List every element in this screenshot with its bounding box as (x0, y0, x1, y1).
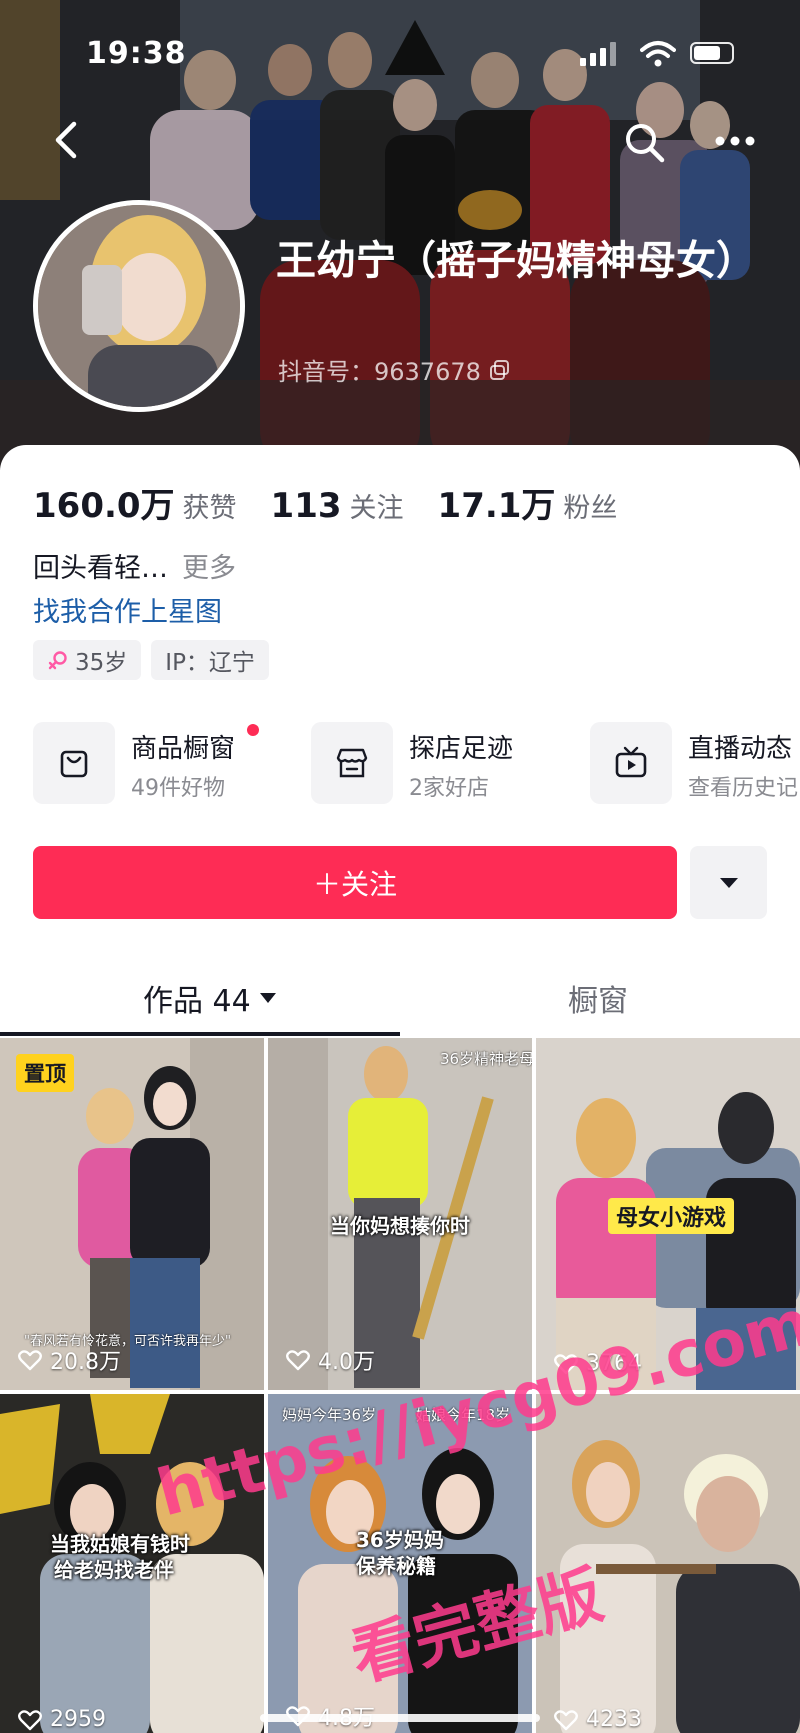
bio: 回头看轻… 更多 (33, 546, 236, 585)
feature-title: 商品橱窗 (131, 734, 236, 764)
stat-followers[interactable]: 17.1万 粉丝 (438, 478, 618, 527)
female-icon (48, 651, 67, 670)
wifi-icon (640, 41, 676, 67)
age-tag: 35岁 (33, 640, 142, 680)
ip-tag: IP：辽宁 (151, 640, 269, 680)
notification-dot (247, 724, 259, 736)
like-count: 4233 (586, 1707, 642, 1732)
video-likes: 2959 (18, 1707, 106, 1732)
stats-row: 160.0万 获赞 113 关注 17.1万 粉丝 (33, 478, 651, 527)
search-icon[interactable] (620, 118, 670, 168)
stat-following[interactable]: 113 关注 (271, 486, 404, 526)
profile-name: 王幼宁（摇子妈精神母女） (276, 238, 756, 284)
tab-showcase[interactable]: 橱窗 (568, 976, 628, 1020)
douyin-id-text: 抖音号：9637678 (278, 358, 481, 386)
age-text: 35岁 (75, 650, 128, 676)
feature-title: 直播动态 (688, 734, 793, 764)
stat-likes[interactable]: 160.0万 获赞 (33, 478, 237, 527)
signal-icon (580, 42, 616, 66)
video-thumbnail[interactable]: 36岁精神老母亲 当你妈想揍你时 4.0万 (268, 1038, 532, 1390)
follow-dropdown-button[interactable] (690, 846, 767, 919)
video-overlay-text: 当我姑娘有钱时 (50, 1532, 190, 1556)
feature-icon-box (311, 722, 393, 804)
bio-text: 回头看轻… (33, 553, 168, 584)
copy-icon[interactable] (489, 359, 511, 381)
shopping-bag-icon (60, 750, 88, 778)
feature-subtitle: 49件好物 (131, 776, 225, 801)
douyin-id[interactable]: 抖音号：9637678 (278, 352, 511, 387)
stat-label: 粉丝 (563, 493, 618, 524)
like-count: 2959 (50, 1707, 106, 1732)
stat-value: 160.0万 (33, 486, 175, 526)
feature-product-showcase[interactable]: 商品橱窗 49件好物 (33, 722, 273, 806)
heart-icon (554, 1709, 578, 1730)
video-likes: 4.0万 (286, 1344, 375, 1376)
like-count: 20.8万 (50, 1350, 121, 1375)
follow-button[interactable]: ＋关注 (33, 846, 677, 919)
video-overlay-text-2: 保养秘籍 (356, 1554, 436, 1578)
stat-label: 关注 (349, 493, 404, 524)
feature-icon-box (590, 722, 672, 804)
avatar-photo (38, 205, 240, 407)
battery-icon (690, 42, 734, 64)
caret-down-icon (719, 877, 738, 888)
caret-down-icon (259, 993, 276, 1003)
video-likes: 4233 (554, 1707, 642, 1732)
heart-icon (18, 1709, 42, 1730)
tv-icon (615, 746, 647, 778)
profile-tags: 35岁 IP：辽宁 (33, 640, 269, 680)
profile-tabs: 作品 44 橱窗 (0, 966, 800, 1036)
feature-subtitle: 查看历史记 (688, 776, 799, 801)
stat-value: 17.1万 (437, 486, 556, 526)
more-options-icon[interactable] (710, 126, 760, 156)
video-overlay-text: 36岁妈妈 (356, 1528, 444, 1552)
heart-icon (286, 1350, 310, 1371)
stat-label: 获赞 (182, 493, 237, 524)
video-overlay-text-2: 给老妈找老伴 (54, 1558, 174, 1582)
collab-link[interactable]: 找我合作上星图 (33, 590, 222, 629)
status-time: 19:38 (86, 36, 187, 71)
tab-works[interactable]: 作品 44 (143, 976, 277, 1020)
status-bar: 19:38 (0, 0, 800, 100)
stat-value: 113 (270, 486, 342, 526)
bio-more-link[interactable]: 更多 (182, 553, 236, 584)
active-tab-indicator (0, 1032, 400, 1036)
store-icon (336, 748, 368, 778)
video-caption: 母女小游戏 (608, 1198, 735, 1234)
video-likes: 20.8万 (18, 1344, 121, 1376)
ip-text: IP：辽宁 (165, 650, 255, 676)
home-indicator (260, 1714, 540, 1722)
feature-live-history[interactable]: 直播动态 查看历史记 (590, 722, 800, 806)
feature-icon-box (33, 722, 115, 804)
pinned-badge: 置顶 (16, 1054, 74, 1092)
back-arrow-icon[interactable] (44, 118, 88, 162)
video-thumbnail[interactable]: 置顶 "春风若有怜花意，可否许我再年少" 20.8万 (0, 1038, 264, 1390)
tab-works-label: 作品 44 (143, 984, 251, 1019)
feature-store-visits[interactable]: 探店足迹 2家好店 (311, 722, 551, 806)
video-top-text: 36岁精神老母亲 (440, 1050, 532, 1068)
like-count: 4.0万 (318, 1350, 375, 1375)
heart-icon (18, 1350, 42, 1371)
video-overlay-text: 当你妈想揍你时 (330, 1214, 470, 1238)
feature-subtitle: 2家好店 (409, 776, 489, 801)
avatar[interactable] (33, 200, 245, 412)
feature-title: 探店足迹 (409, 734, 514, 764)
feature-row: 商品橱窗 49件好物 探店足迹 2家好店 直播动态 查看历史记 (33, 722, 800, 806)
